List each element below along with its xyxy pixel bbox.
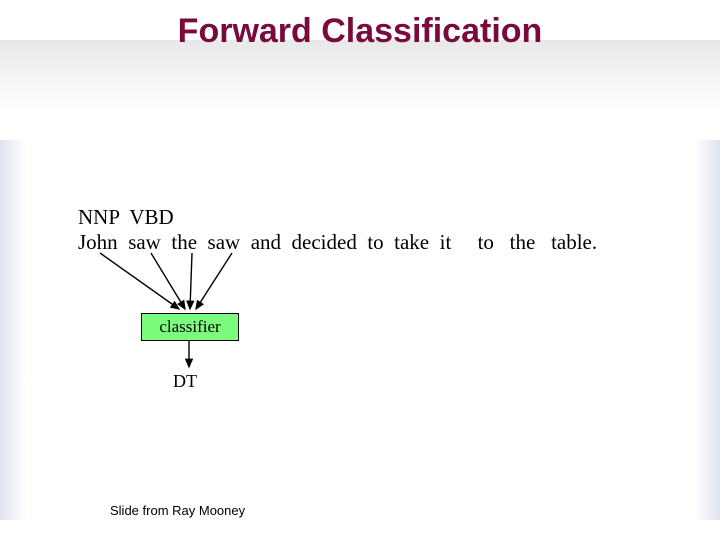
word-decided: decided bbox=[292, 230, 357, 254]
arrows-svg bbox=[0, 0, 720, 540]
pos-tags-row: NNP VBD bbox=[78, 205, 174, 230]
output-tag-dt: DT bbox=[173, 371, 197, 392]
word-take: take bbox=[394, 230, 429, 254]
tag-vbd: VBD bbox=[129, 205, 173, 229]
classifier-box: classifier bbox=[141, 313, 239, 341]
word-john: John bbox=[78, 230, 118, 254]
word-and: and bbox=[251, 230, 281, 254]
word-saw-1: saw bbox=[128, 230, 161, 254]
word-table: table. bbox=[551, 230, 597, 254]
word-the-1: the bbox=[171, 230, 197, 254]
arrow-saw2-to-classifier bbox=[196, 253, 232, 309]
slide-credit: Slide from Ray Mooney bbox=[110, 503, 245, 518]
word-to-2: to bbox=[478, 230, 494, 254]
arrow-the-to-classifier bbox=[190, 253, 192, 309]
word-saw-2: saw bbox=[208, 230, 241, 254]
arrow-john-to-classifier bbox=[100, 253, 179, 309]
word-it: it bbox=[440, 230, 452, 254]
tag-nnp: NNP bbox=[78, 205, 119, 229]
word-the-2: the bbox=[510, 230, 536, 254]
sentence-row: John saw the saw and decided to take it … bbox=[78, 230, 597, 255]
word-to-1: to bbox=[367, 230, 383, 254]
